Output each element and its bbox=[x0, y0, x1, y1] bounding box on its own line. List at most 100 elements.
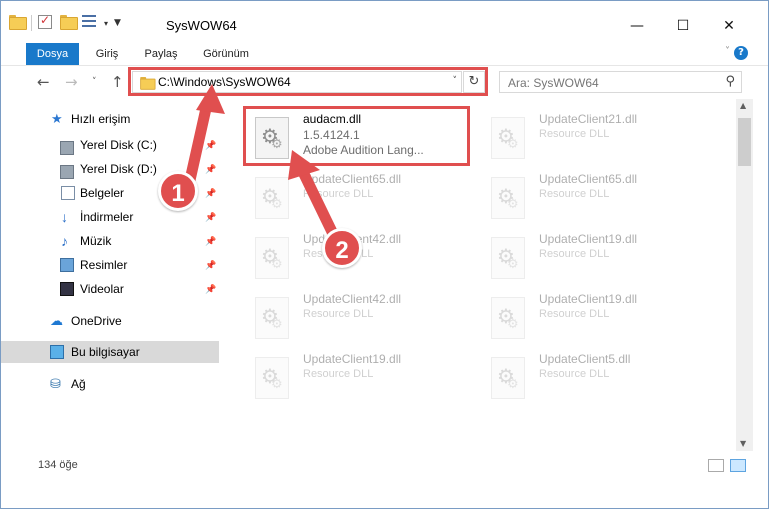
dll-file-icon bbox=[491, 237, 525, 279]
dll-file-icon bbox=[255, 357, 289, 399]
tab-view[interactable]: Görünüm bbox=[195, 43, 257, 65]
file-name: UpdateClient19.dll bbox=[303, 352, 402, 366]
nav-item-downloads[interactable]: ↓ İndirmeler 📌 bbox=[1, 206, 219, 228]
ribbon-expand-chevron-icon[interactable]: ˅ bbox=[725, 46, 730, 57]
file-tile[interactable]: UpdateClient65.dll Resource DLL bbox=[246, 169, 481, 225]
file-name: UpdateClient19.dll bbox=[539, 292, 638, 306]
dll-file-icon bbox=[491, 297, 525, 339]
pin-icon[interactable]: 📌 bbox=[205, 206, 216, 228]
pin-icon[interactable]: 📌 bbox=[205, 134, 216, 156]
nav-item-pictures[interactable]: Resimler 📌 bbox=[1, 254, 219, 276]
new-folder-icon[interactable] bbox=[60, 15, 78, 31]
file-name: UpdateClient21.dll bbox=[539, 112, 638, 126]
pin-icon[interactable]: 📌 bbox=[205, 158, 216, 180]
ribbon-tabs: Dosya Giriş Paylaş Görünüm ˅ ? bbox=[1, 41, 768, 66]
pictures-icon bbox=[60, 258, 74, 272]
dll-file-icon bbox=[491, 357, 525, 399]
file-description: Resource DLL bbox=[303, 188, 374, 200]
recent-locations-chevron-icon[interactable]: ˅ bbox=[92, 77, 97, 87]
computer-icon bbox=[50, 345, 64, 359]
file-tile[interactable]: UpdateClient19.dll Resource DLL bbox=[482, 289, 717, 345]
music-icon: ♪ bbox=[61, 233, 68, 249]
tab-file[interactable]: Dosya bbox=[26, 43, 79, 65]
nav-item-label: Videolar bbox=[80, 282, 124, 296]
drive-icon bbox=[60, 141, 74, 155]
nav-network-label: Ağ bbox=[71, 377, 86, 391]
nav-network[interactable]: ⛁ Ağ bbox=[1, 373, 219, 395]
details-view-button[interactable] bbox=[708, 459, 724, 472]
dll-file-icon bbox=[255, 177, 289, 219]
file-description: Resource DLL bbox=[539, 188, 610, 200]
nav-item-music[interactable]: ♪ Müzik 📌 bbox=[1, 230, 219, 252]
up-arrow-icon[interactable]: ↑ bbox=[111, 73, 124, 91]
nav-onedrive-label: OneDrive bbox=[71, 314, 122, 328]
nav-quick-access-label: Hızlı erişim bbox=[71, 112, 131, 126]
videos-icon bbox=[60, 282, 74, 296]
dll-file-icon bbox=[491, 177, 525, 219]
help-icon[interactable]: ? bbox=[734, 46, 748, 60]
step-2-badge: 2 bbox=[322, 228, 362, 268]
tab-share[interactable]: Paylaş bbox=[137, 43, 185, 65]
tab-home[interactable]: Giriş bbox=[87, 43, 127, 65]
nav-item-local-disk-c[interactable]: Yerel Disk (C:) 📌 bbox=[1, 134, 219, 156]
properties-list-icon[interactable] bbox=[82, 15, 98, 31]
item-count: 134 öğe bbox=[38, 459, 78, 471]
scroll-up-icon[interactable]: ▲ bbox=[740, 101, 746, 110]
file-name: UpdateClient65.dll bbox=[539, 172, 638, 186]
nav-item-label: Müzik bbox=[80, 234, 112, 248]
nav-this-pc[interactable]: Bu bilgisayar bbox=[1, 341, 219, 363]
nav-item-label: Yerel Disk (D:) bbox=[80, 162, 157, 176]
file-tile[interactable]: UpdateClient65.dll Resource DLL bbox=[482, 169, 717, 225]
qat-small-arrow-icon[interactable]: ▾ bbox=[104, 19, 108, 28]
file-tile[interactable]: UpdateClient19.dll Resource DLL bbox=[246, 349, 481, 405]
file-description: Resource DLL bbox=[539, 248, 610, 260]
search-placeholder: Ara: SysWOW64 bbox=[508, 76, 599, 90]
scroll-down-icon[interactable]: ▼ bbox=[740, 439, 746, 448]
nav-onedrive[interactable]: ☁ OneDrive bbox=[1, 310, 219, 332]
pin-icon[interactable]: 📌 bbox=[205, 278, 216, 300]
tiles-view-button[interactable] bbox=[730, 459, 746, 472]
nav-item-videos[interactable]: Videolar 📌 bbox=[1, 278, 219, 300]
minimize-button[interactable]: — bbox=[615, 11, 659, 41]
file-tile[interactable]: UpdateClient21.dll Resource DLL bbox=[482, 109, 717, 165]
pin-icon[interactable]: 📌 bbox=[205, 254, 216, 276]
close-button[interactable]: ✕ bbox=[707, 11, 751, 41]
forward-arrow-icon[interactable]: → bbox=[65, 73, 78, 91]
window-title: SysWOW64 bbox=[166, 18, 237, 33]
file-tile[interactable]: UpdateClient42.dll Resource DLL bbox=[246, 229, 481, 285]
nav-item-label: Belgeler bbox=[80, 186, 125, 200]
file-tile[interactable]: UpdateClient42.dll Resource DLL bbox=[246, 289, 481, 345]
back-arrow-icon[interactable]: ← bbox=[37, 73, 50, 91]
nav-quick-access[interactable]: ★ Hızlı erişim bbox=[1, 108, 219, 130]
status-bar: 134 öğe bbox=[1, 451, 768, 481]
file-description: Resource DLL bbox=[539, 308, 610, 320]
address-highlight-box bbox=[128, 67, 488, 96]
search-icon: ⚲ bbox=[725, 74, 735, 89]
file-name: UpdateClient42.dll bbox=[303, 292, 402, 306]
file-tile[interactable]: UpdateClient5.dll Resource DLL bbox=[482, 349, 717, 405]
pin-icon[interactable]: 📌 bbox=[205, 182, 216, 204]
pin-icon[interactable]: 📌 bbox=[205, 230, 216, 252]
cloud-icon: ☁ bbox=[50, 313, 63, 328]
dll-file-icon bbox=[255, 297, 289, 339]
dll-file-icon bbox=[491, 117, 525, 159]
file-description: Resource DLL bbox=[539, 368, 610, 380]
title-bar: ▾ ▼ SysWOW64 — ☐ ✕ bbox=[1, 1, 768, 41]
folder-icon bbox=[9, 15, 27, 31]
file-highlight-box bbox=[243, 106, 470, 166]
file-tile[interactable]: UpdateClient19.dll Resource DLL bbox=[482, 229, 717, 285]
customize-toolbar-dropdown-icon[interactable]: ▼ bbox=[114, 18, 121, 28]
star-icon: ★ bbox=[51, 111, 63, 126]
downloads-icon: ↓ bbox=[61, 209, 68, 225]
vertical-scrollbar[interactable]: ▲ ▼ bbox=[736, 99, 753, 451]
toolbar-separator bbox=[31, 15, 32, 31]
properties-check-icon[interactable] bbox=[38, 13, 54, 31]
quick-access-toolbar: ▾ ▼ bbox=[9, 13, 121, 32]
maximize-button[interactable]: ☐ bbox=[661, 11, 705, 41]
network-icon: ⛁ bbox=[50, 376, 61, 391]
drive-icon bbox=[60, 165, 74, 179]
nav-item-label: Yerel Disk (C:) bbox=[80, 138, 157, 152]
scroll-thumb[interactable] bbox=[738, 118, 751, 166]
navigation-pane: ★ Hızlı erişim Yerel Disk (C:) 📌 Yerel D… bbox=[1, 99, 219, 451]
search-input[interactable]: Ara: SysWOW64 ⚲ bbox=[499, 71, 742, 93]
